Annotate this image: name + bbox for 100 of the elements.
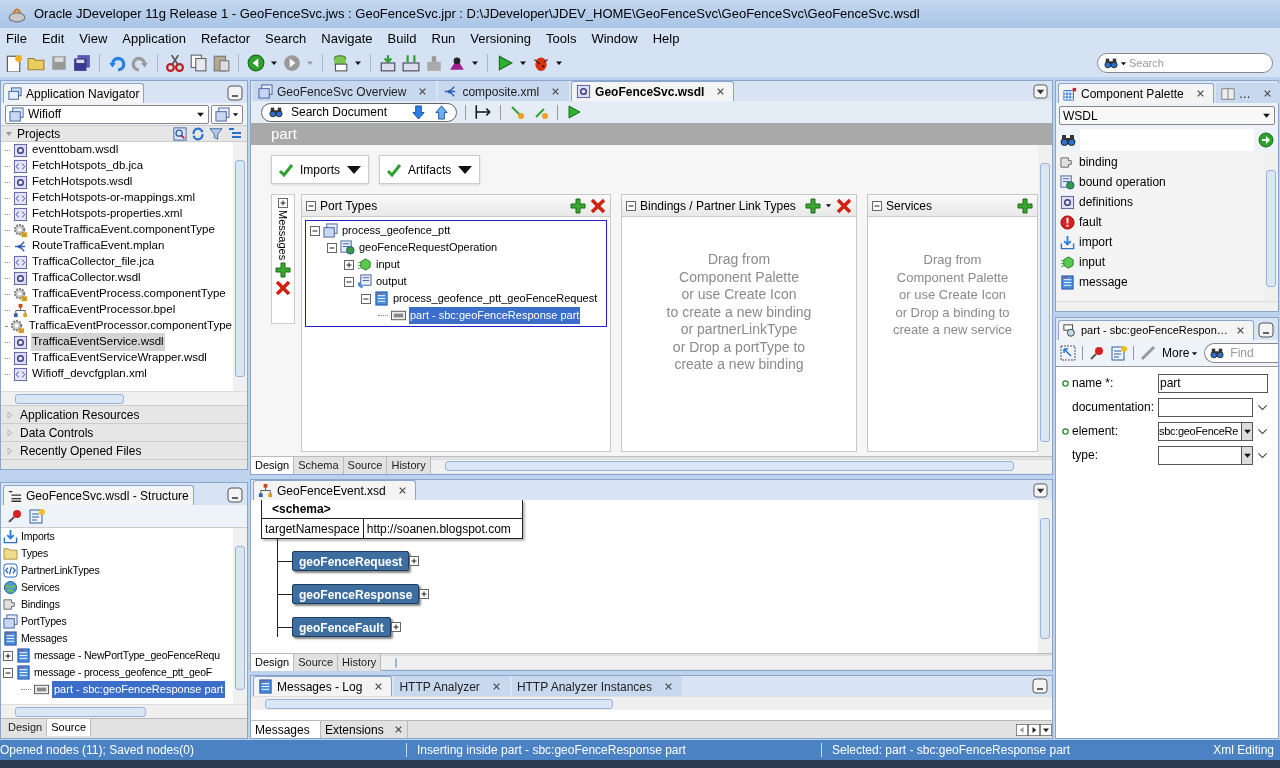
tree-node[interactable]: Messages [21, 630, 68, 647]
find-input[interactable]: Find [1230, 344, 1271, 362]
search-document-field[interactable]: Search Document [261, 102, 457, 122]
tree-node[interactable]: process_geofence_ptt_geoFenceRequest [392, 290, 599, 307]
panel-tab[interactable]: … [1215, 83, 1280, 103]
filter-button[interactable]: Artifacts [379, 155, 481, 184]
view-tab[interactable]: Messages [251, 721, 321, 738]
navigator-entry[interactable]: TrafficaCollector.wsdl [31, 269, 142, 287]
view-tab[interactable]: History [338, 653, 382, 671]
palette-item[interactable]: input [1079, 253, 1106, 271]
schema-element[interactable]: geoFenceRequest [292, 551, 410, 571]
palette-item[interactable]: definitions [1079, 193, 1134, 211]
palette-item[interactable]: fault [1079, 213, 1102, 231]
palette-item[interactable]: import [1079, 233, 1113, 251]
attribute-value: http://soanen.blogspot.com [365, 520, 512, 538]
palette-item[interactable]: bound operation [1079, 173, 1166, 191]
tree-node[interactable]: Services [21, 579, 60, 596]
palette-item[interactable]: message [1079, 273, 1128, 291]
menu-item[interactable]: Window [591, 28, 638, 49]
schema-element[interactable]: geoFenceFault [292, 617, 391, 637]
status-text: Opened nodes (11); Saved nodes(0) [0, 742, 195, 759]
application-selector[interactable]: Wifioff [5, 104, 209, 124]
field-label: documentation: [1072, 399, 1156, 416]
filter-button[interactable]: Imports [271, 155, 369, 184]
navigator-entry[interactable]: TrafficaEventServiceWrapper.wsdl [31, 349, 208, 367]
accordion-header[interactable]: Data Controls [1, 423, 247, 441]
tree-node[interactable]: part - sbc:geoFenceResponse part [409, 307, 581, 324]
empty-hint: Drag from Component Palette or use Create Icon to create a new binding or partnerLinkType or Drop a portType to create a new binding [665, 251, 813, 374]
find-field[interactable]: Find [1204, 343, 1278, 363]
menu-item[interactable]: File [6, 28, 27, 49]
navigator-entry[interactable]: Wifioff_devcfgplan.xml [31, 365, 148, 383]
schema-element[interactable]: geoFenceResponse [292, 584, 420, 604]
tree-node[interactable]: Types [21, 545, 48, 562]
menu-item[interactable]: Run [431, 28, 456, 49]
tree-node[interactable]: input [375, 256, 401, 273]
menu-item[interactable]: Navigate [321, 28, 373, 49]
view-tab[interactable]: Source [294, 653, 339, 671]
menu-item[interactable]: Application [122, 28, 186, 49]
navigator-entry[interactable]: TrafficaEventProcessor.componentType [27, 317, 233, 335]
menu-item[interactable]: Refactor [200, 28, 251, 49]
tree-node[interactable]: geoFenceRequestOperation [358, 239, 499, 256]
menu-item[interactable]: Search [265, 28, 307, 49]
navigator-entry[interactable]: FetchHotspots-or-mappings.xml [31, 189, 196, 207]
field-label: type: [1072, 447, 1099, 464]
view-tab[interactable]: Source [47, 719, 92, 736]
navigator-entry[interactable]: FetchHotspots.wsdl [31, 173, 134, 191]
panel-tab[interactable]: HTTP Analyzer Instances [511, 676, 683, 696]
tree-node[interactable]: Bindings [21, 596, 60, 613]
menu-item[interactable]: Tools [546, 28, 577, 49]
panel-tab[interactable]: Component Palette [1058, 83, 1214, 103]
panel-tab[interactable]: part - sbc:geoFenceRespon… [1058, 320, 1254, 340]
view-tab[interactable]: Design [251, 457, 295, 474]
empty-hint: Drag from Component Palette or use Create Icon or Drop a binding to create a new service [891, 251, 1014, 339]
tree-node[interactable]: message - process_geofence_ptt_geoF [34, 664, 213, 681]
tree-node[interactable]: process_geofence_ptt [341, 222, 452, 239]
menu-item[interactable]: Versioning [470, 28, 532, 49]
tab-label: GeoFenceSvc.wsdl [595, 83, 705, 101]
text-field[interactable]: part [1158, 373, 1268, 393]
navigator-entry[interactable]: TrafficaEventProcess.componentType [31, 285, 227, 303]
menu-item[interactable]: Edit [41, 28, 65, 49]
panel-tab[interactable]: Messages - Log [253, 676, 393, 696]
tree-node[interactable]: Imports [21, 528, 55, 545]
combo-field[interactable]: sbc:geoFenceRe [1158, 421, 1253, 441]
field-label: element: [1072, 423, 1120, 440]
more-button[interactable]: More [1162, 344, 1199, 362]
palette-item[interactable]: binding [1079, 153, 1118, 171]
navigator-entry[interactable]: RouteTrafficaEvent.mplan [31, 237, 166, 255]
menu-item[interactable]: Build [387, 28, 417, 49]
tab-label: composite.xml [462, 83, 540, 101]
window-title: Oracle JDeveloper 11g Release 1 - GeoFenceSvc.jws : GeoFenceSvc.jpr : D:\JDeveloper\JDEV_HOME\GeoFenceSvc\GeoFenceSvc\GeoFenceSvc.wsdl [34, 5, 920, 24]
category-selector[interactable]: WSDL [1059, 106, 1275, 125]
navigator-entry[interactable]: FetchHotspots-properties.xml [31, 205, 184, 223]
view-tab[interactable]: Design [251, 653, 295, 671]
panel-tab[interactable]: GeoFenceSvc.wsdl - Structure [3, 485, 194, 505]
tree-node[interactable]: PartnerLinkTypes [21, 562, 100, 579]
tree-node[interactable]: output [375, 273, 408, 290]
navigator-entry[interactable]: FetchHotspots_db.jca [31, 157, 145, 175]
panel-tab[interactable]: composite.xml [438, 81, 570, 101]
panel-tab[interactable]: GeoFenceEvent.xsd [253, 480, 416, 500]
menu-item[interactable]: Help [652, 28, 680, 49]
menu-item[interactable]: View [79, 28, 108, 49]
navigator-entry[interactable]: TrafficaCollector_file.jca [31, 253, 156, 271]
panel-tab[interactable]: HTTP Analyzer [394, 676, 510, 696]
panel-tab[interactable]: Application Navigator [3, 83, 145, 103]
navigator-entry[interactable]: eventtobam.wsdl [31, 142, 120, 159]
accordion-header[interactable]: Recently Opened Files [1, 441, 247, 459]
search-input[interactable]: Search [1129, 54, 1249, 72]
panel-tab[interactable]: GeoFenceSvc.wsdl [571, 81, 735, 101]
navigator-entry[interactable]: TrafficaEventService.wsdl [31, 333, 165, 351]
tree-node[interactable]: message - NewPortType_geoFenceRequ [34, 647, 220, 664]
messages-label[interactable]: Messages [274, 210, 292, 261]
tree-node[interactable]: PortTypes [21, 613, 67, 630]
tree-node[interactable]: part - sbc:geoFenceResponse part [52, 681, 226, 698]
navigator-entry[interactable]: TrafficaEventProcessor.bpel [31, 301, 177, 319]
section-header[interactable]: Projects [1, 125, 247, 142]
navigator-entry[interactable]: RouteTrafficaEvent.componentType [31, 221, 216, 239]
lane-title: Services [886, 197, 932, 215]
search-field[interactable]: Search [1097, 53, 1273, 73]
accordion-header[interactable]: Application Resources [1, 405, 247, 423]
panel-tab[interactable]: GeoFenceSvc Overview [253, 81, 437, 101]
